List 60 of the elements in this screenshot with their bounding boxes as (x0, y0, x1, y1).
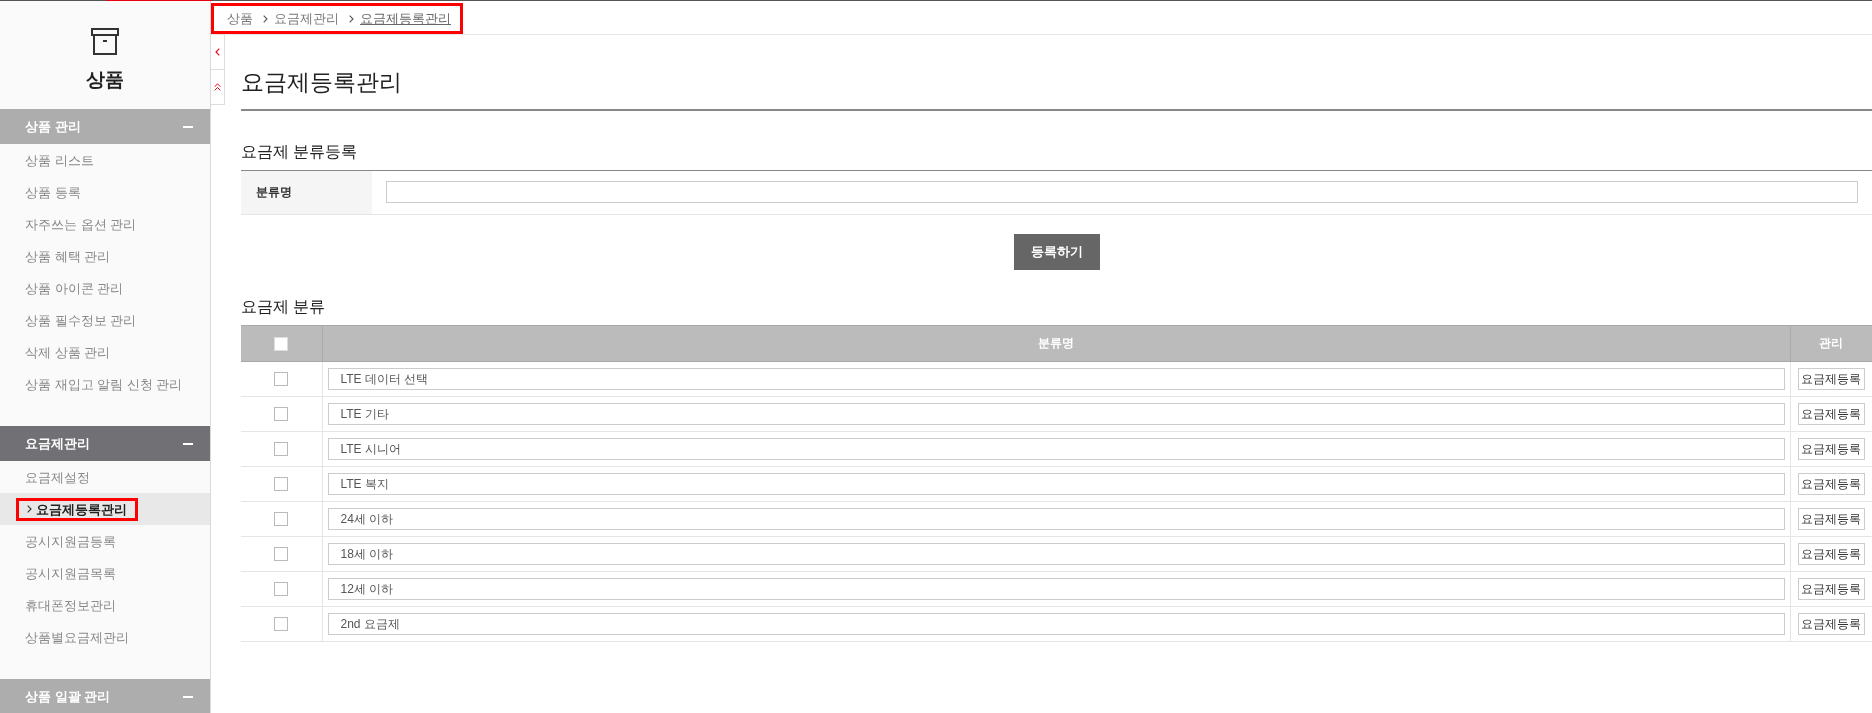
register-plan-button[interactable]: 요금제등록 (1797, 438, 1865, 460)
sidebar-item[interactable]: 상품 필수정보 관리 (0, 304, 210, 336)
chevron-left-icon (215, 48, 220, 56)
row-checkbox[interactable] (274, 512, 289, 526)
collapse-button[interactable] (211, 35, 225, 70)
row-checkbox[interactable] (274, 547, 289, 561)
section-title: 요금제 분류 (241, 297, 327, 317)
sidebar-item[interactable]: 공시지원금목록 (0, 557, 210, 589)
row-checkbox[interactable] (274, 582, 289, 596)
box-icon (91, 28, 119, 55)
chevron-right-icon (27, 505, 32, 513)
column-header: 분류명 (1038, 335, 1074, 352)
double-chevron-up-icon (214, 83, 221, 91)
register-plan-button[interactable]: 요금제등록 (1797, 403, 1865, 425)
register-button[interactable]: 등록하기 (1013, 234, 1100, 270)
field-label: 분류명 (241, 171, 372, 214)
breadcrumb-link[interactable]: 요금제관리 (274, 9, 339, 28)
select-all-checkbox[interactable] (274, 336, 289, 351)
sidebar-item[interactable]: 상품 아이콘 관리 (0, 272, 210, 304)
category-name-field[interactable]: LTE 기타 (327, 403, 1785, 425)
sidebar-item[interactable]: 삭제 상품 관리 (0, 336, 210, 368)
category-name-field[interactable]: 18세 이하 (327, 543, 1785, 565)
scroll-top-button[interactable] (211, 70, 225, 105)
category-name-field[interactable]: 24세 이하 (327, 508, 1785, 530)
chevron-right-icon (263, 14, 268, 23)
sidebar-item[interactable]: 상품 리스트 (0, 144, 210, 176)
register-plan-button[interactable]: 요금제등록 (1797, 613, 1865, 635)
register-plan-button[interactable]: 요금제등록 (1797, 543, 1865, 565)
category-name-field[interactable]: LTE 시니어 (327, 438, 1785, 460)
row-checkbox[interactable] (274, 372, 289, 386)
register-plan-button[interactable]: 요금제등록 (1797, 578, 1865, 600)
row-checkbox[interactable] (274, 407, 289, 421)
input-field[interactable] (386, 181, 1858, 203)
sidebar-item[interactable]: 공시지원금등록 (0, 525, 210, 557)
category-name-field[interactable]: 12세 이하 (327, 578, 1785, 600)
sidebar-item[interactable]: 상품별요금제관리 (0, 621, 210, 653)
sidebar-item[interactable]: 요금제설정 (0, 461, 210, 493)
row-checkbox[interactable] (274, 617, 289, 631)
register-plan-button[interactable]: 요금제등록 (1797, 368, 1865, 390)
column-header: 관리 (1819, 335, 1844, 352)
sidebar-item[interactable]: 자주쓰는 옵션 관리 (0, 208, 210, 240)
category-name-field[interactable]: 2nd 요금제 (327, 613, 1785, 635)
section-title: 요금제 분류등록 (241, 141, 1872, 171)
page-title: 요금제등록관리 (241, 35, 1872, 111)
sidebar-item[interactable]: 상품 혜택 관리 (0, 240, 210, 272)
sidebar-item[interactable]: 상품 재입고 알림 신청 관리 (0, 368, 210, 400)
sidebar-item[interactable]: 요금제등록관리 (0, 493, 210, 525)
section-header[interactable]: 요금제관리 (0, 426, 210, 461)
register-plan-button[interactable]: 요금제등록 (1797, 508, 1865, 530)
row-checkbox[interactable] (274, 477, 289, 491)
category-name-field[interactable]: LTE 데이터 선택 (327, 368, 1785, 390)
category-name-field[interactable]: LTE 복지 (327, 473, 1785, 495)
chevron-right-icon (349, 14, 354, 23)
register-plan-button[interactable]: 요금제등록 (1797, 473, 1865, 495)
breadcrumb-link[interactable]: 상품 (227, 9, 253, 28)
row-checkbox[interactable] (274, 442, 289, 456)
sidebar-item[interactable]: 상품 등록 (0, 176, 210, 208)
breadcrumb-link[interactable]: 요금제등록관리 (360, 9, 451, 28)
sidebar-title: 상품 (86, 68, 124, 92)
sidebar-item[interactable]: 휴대폰정보관리 (0, 589, 210, 621)
